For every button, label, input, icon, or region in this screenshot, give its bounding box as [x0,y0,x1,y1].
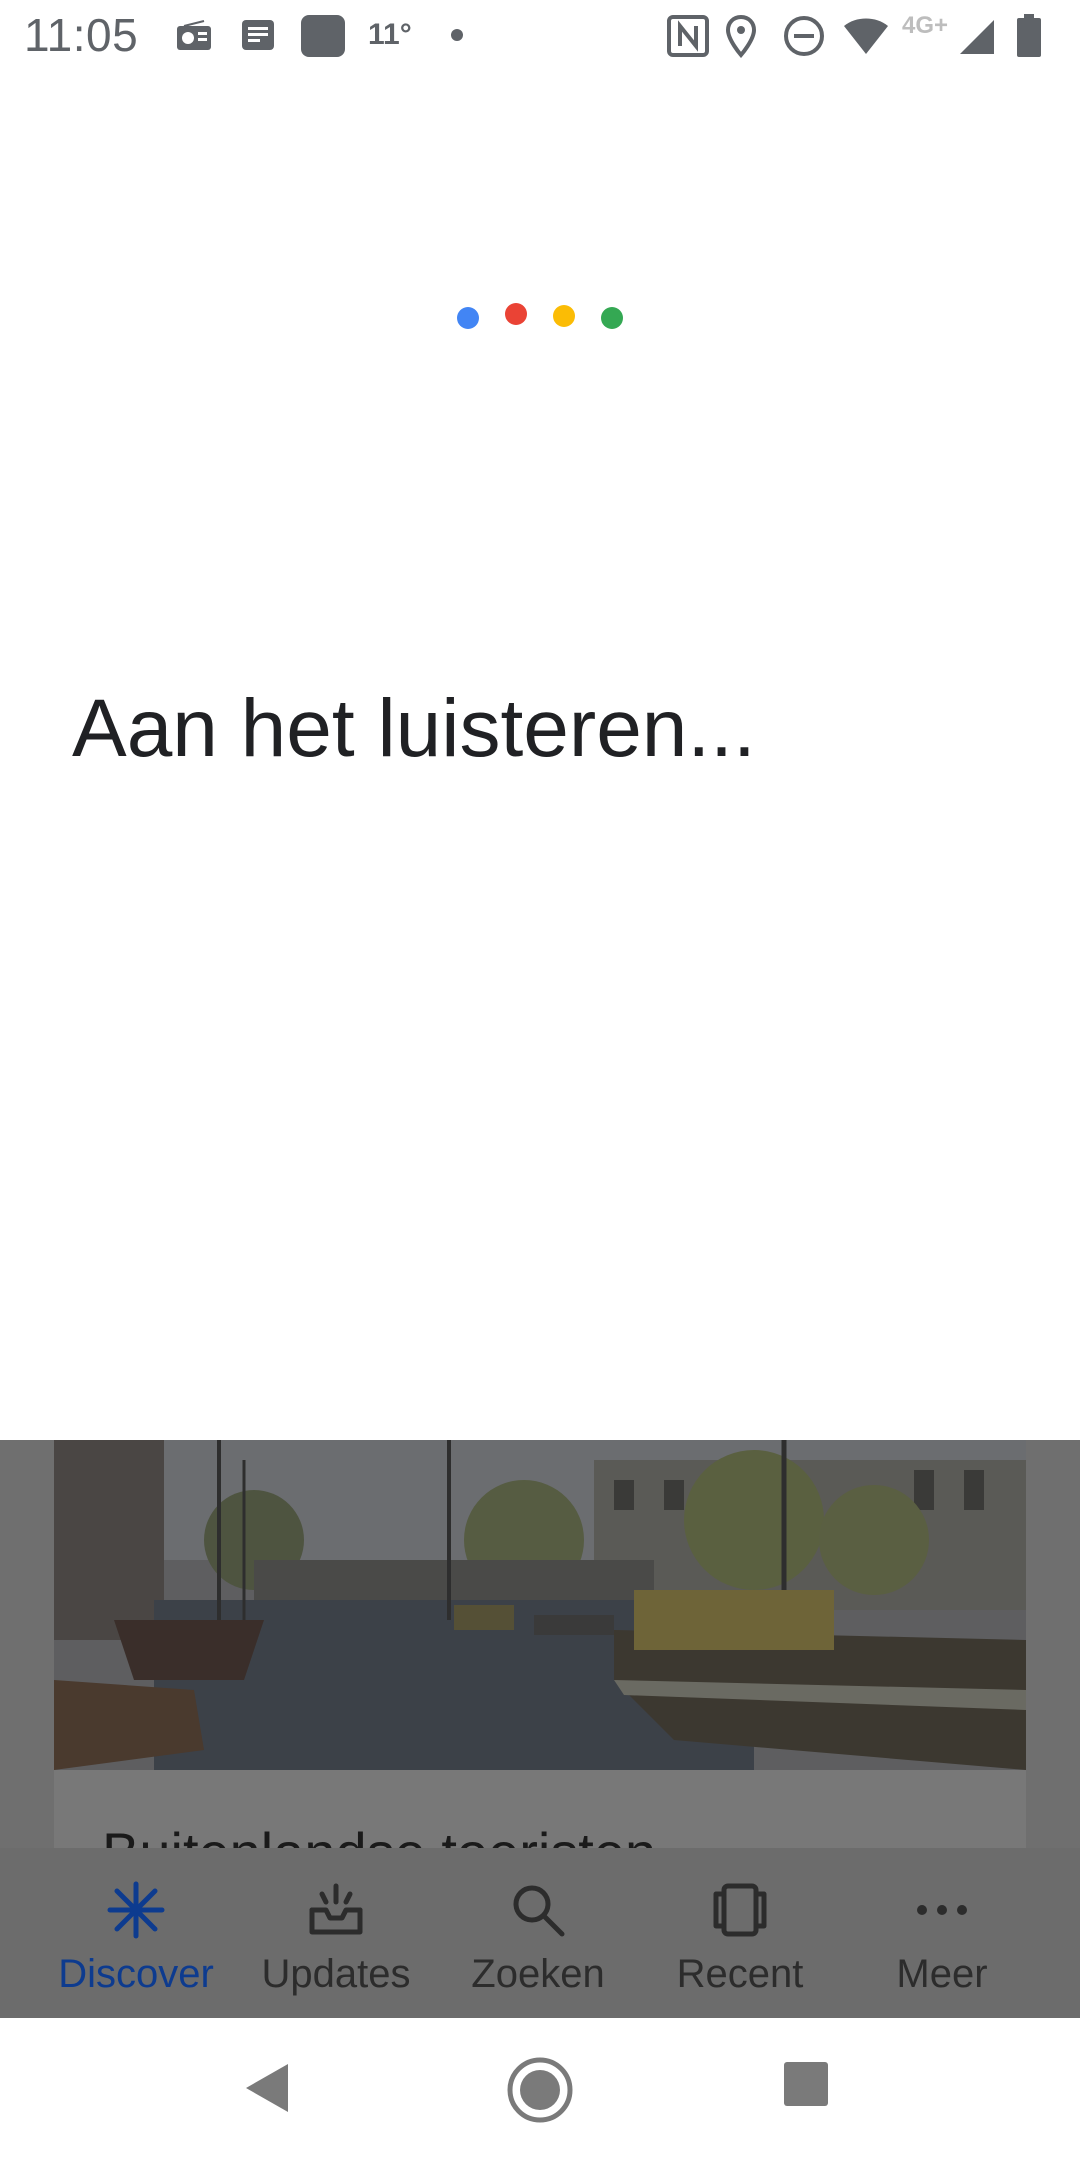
nav-discover-label: Discover [58,1952,214,1996]
battery-icon [1017,14,1041,57]
assistant-dot-red [505,303,527,325]
assistant-dot-yellow [553,305,575,327]
radio-icon [177,20,211,50]
nav-meer-label: Meer [896,1952,988,1996]
wifi-icon [844,18,888,54]
dot-icon [451,29,463,41]
do-not-disturb-icon [784,16,824,56]
news-card[interactable]: Buitenlandse toeristen [54,1440,1026,1884]
inbox-icon [309,1883,363,1935]
nav-recent-label: Recent [676,1952,804,1996]
nav-updates[interactable]: Updates [236,1848,436,2018]
more-horiz-icon [917,1905,967,1915]
back-icon[interactable] [240,2060,296,2116]
nav-meer[interactable]: Meer [842,1848,1042,2018]
overview-icon[interactable] [782,2060,830,2108]
assistant-dot-blue [457,307,479,329]
status-time: 11:05 [24,9,139,61]
location-icon [725,14,757,58]
home-icon[interactable] [506,2056,574,2124]
search-icon [513,1885,565,1937]
background-app-scrim[interactable]: Buitenlandse toeristen Discover [0,1440,1080,2018]
signal-icon [960,20,994,54]
status-bar: 11:05 11° 4G+ [0,0,1080,72]
news-icon [242,20,274,50]
status-temperature: 11° [368,18,412,51]
nav-discover[interactable]: Discover [36,1848,236,2018]
nfc-icon [667,15,709,57]
assistant-dot-green [601,307,623,329]
assistant-dots-icon [457,303,623,329]
system-navigation-bar [0,2018,1080,2160]
canal-photo [54,1440,1026,1770]
network-type: 4G+ [902,12,949,39]
nav-zoeken-label: Zoeken [471,1952,605,1996]
listening-text: Aan het luisteren... [72,683,756,774]
nav-updates-label: Updates [261,1952,411,1996]
bottom-navigation: Discover Updates Zoeken Recent Meer [0,1848,1080,2018]
nav-recent[interactable]: Recent [640,1848,840,2018]
assistant-sheet: Aan het luisteren... [0,72,1080,1440]
recent-cards-icon [713,1883,767,1937]
nav-zoeken[interactable]: Zoeken [438,1848,638,2018]
asterisk-icon [107,1881,165,1939]
app-square-icon [301,15,345,57]
